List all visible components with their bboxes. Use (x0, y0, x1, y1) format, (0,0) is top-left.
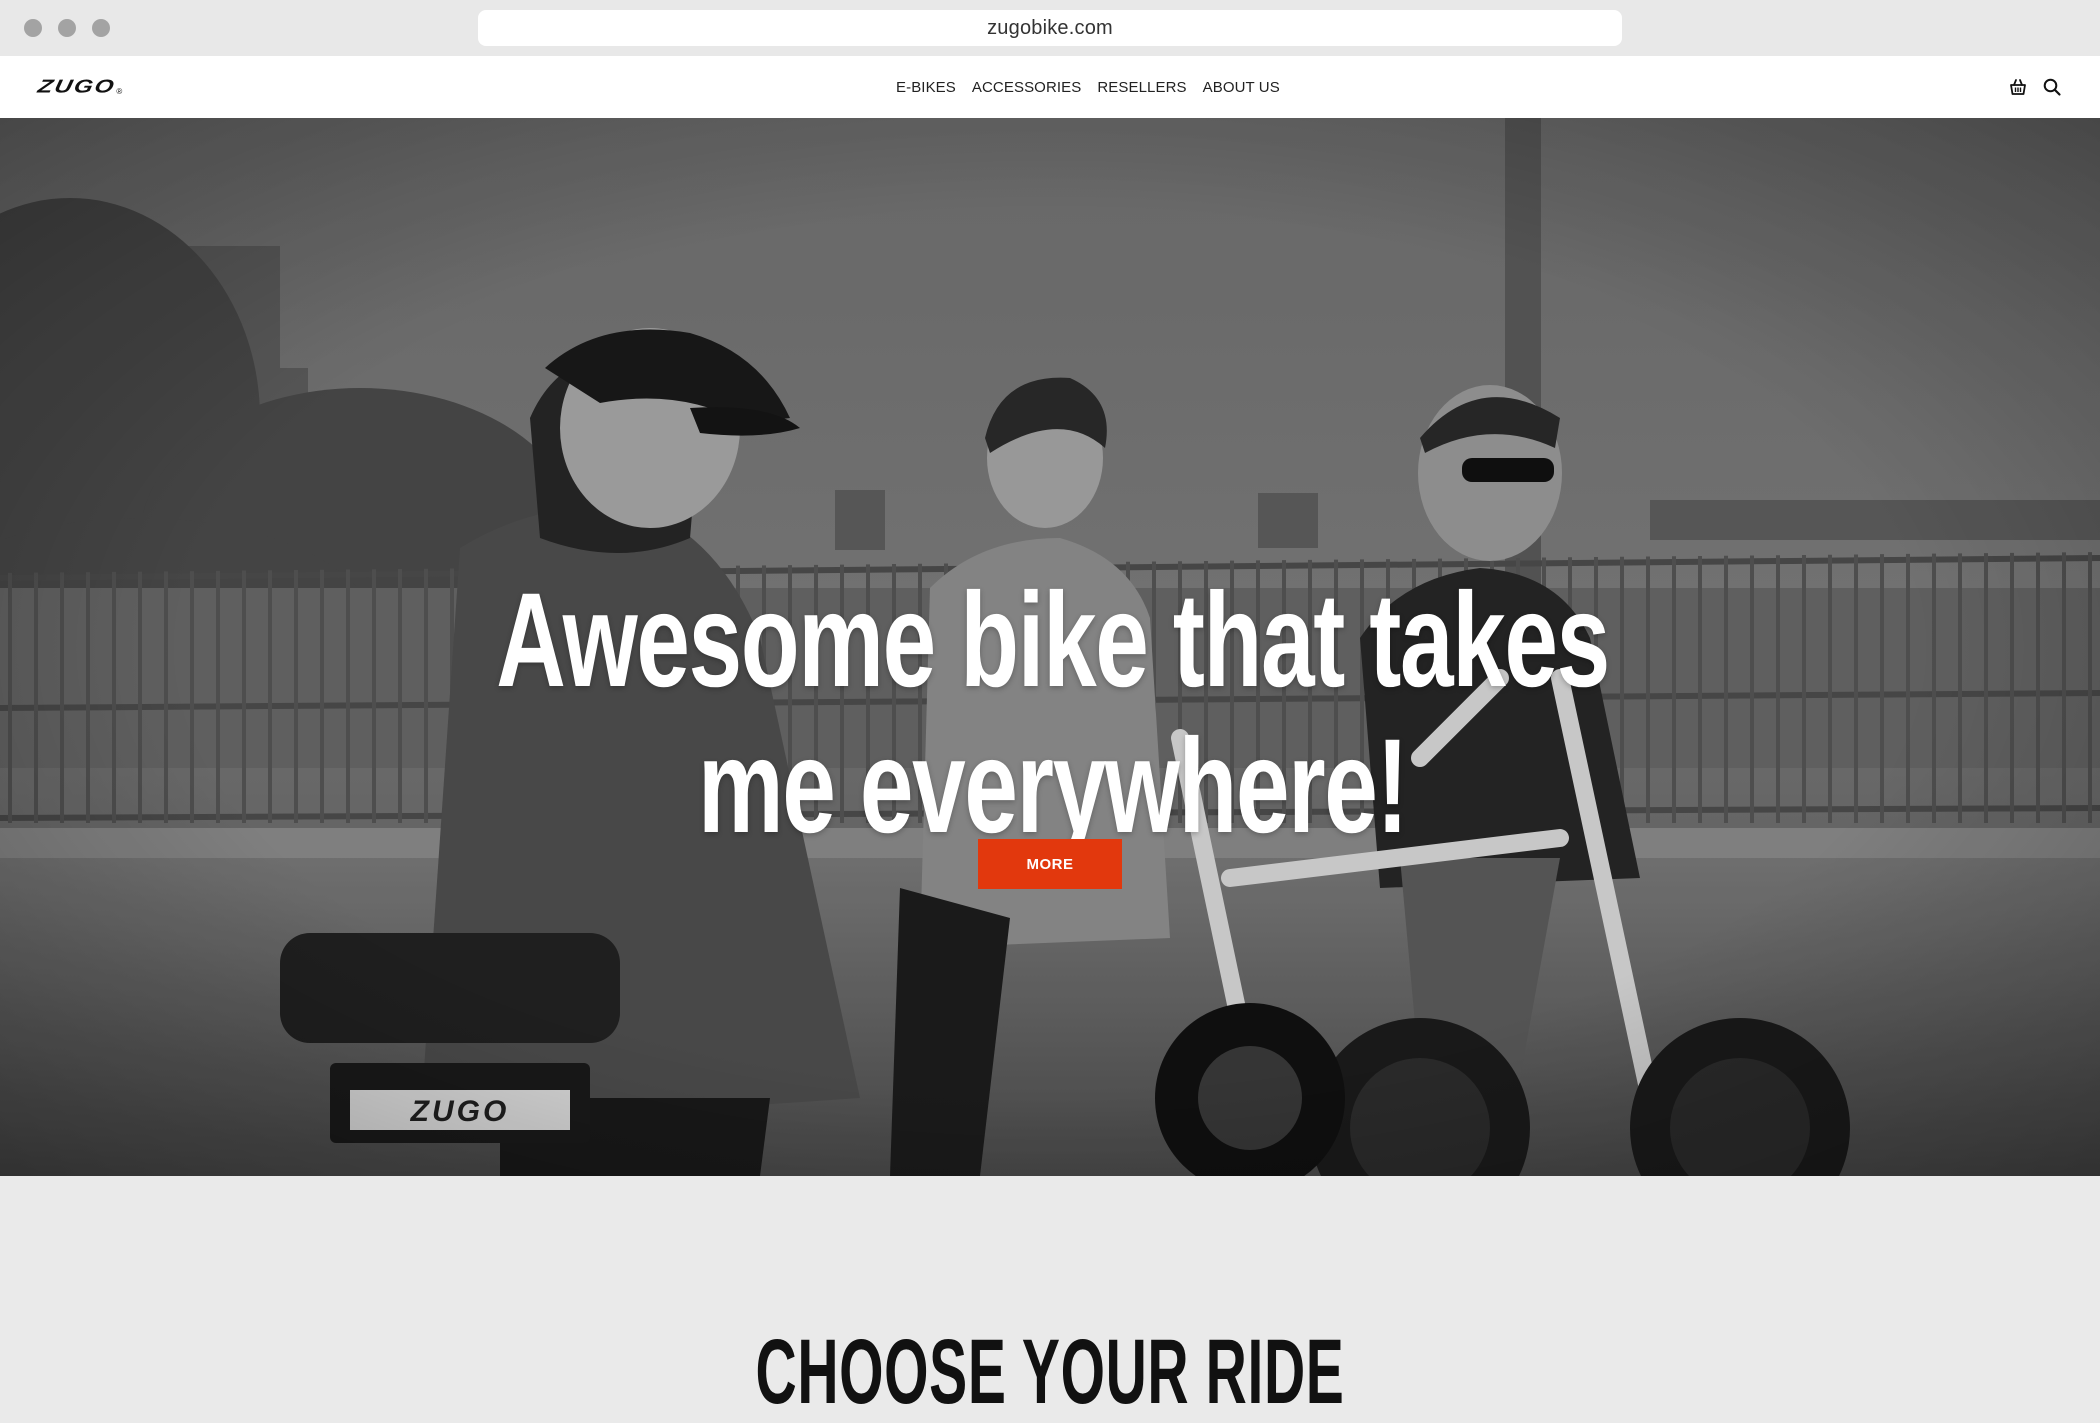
hero-title-line-1: Awesome bike that takes (496, 565, 1610, 715)
brand-logo[interactable]: ZUGO ® (35, 72, 123, 102)
header-actions (2008, 56, 2062, 118)
hero-title: Awesome bike that takes me everywhere! (297, 565, 1809, 861)
nav-item-e-bikes[interactable]: E-BIKES (896, 79, 956, 96)
browser-chrome: zugobike.com (0, 0, 2100, 56)
main-nav: E-BIKES ACCESSORIES RESELLERS ABOUT US (896, 56, 1296, 118)
more-button[interactable]: MORE (978, 839, 1122, 889)
site-header: ZUGO ® E-BIKES ACCESSORIES RESELLERS ABO… (0, 56, 2100, 118)
window-zoom-dot[interactable] (92, 19, 110, 37)
window-minimize-dot[interactable] (58, 19, 76, 37)
basket-icon[interactable] (2008, 77, 2028, 97)
hero-banner: ZUGO Awesome bike that takes me everywhe… (0, 118, 2100, 1176)
nav-item-about-us[interactable]: ABOUT US (1203, 79, 1280, 96)
nav-item-accessories[interactable]: ACCESSORIES (972, 79, 1081, 96)
address-bar[interactable]: zugobike.com (478, 10, 1622, 46)
search-icon[interactable] (2042, 77, 2062, 97)
address-bar-url: zugobike.com (987, 16, 1113, 39)
nav-item-resellers[interactable]: RESELLERS (1097, 79, 1186, 96)
choose-ride-section: CHOOSE YOUR RIDE (0, 1176, 2100, 1422)
window-close-dot[interactable] (24, 19, 42, 37)
section-title: CHOOSE YOUR RIDE (755, 1321, 1345, 1423)
hero-title-line-2: me everywhere! (697, 711, 1409, 861)
brand-logo-text: ZUGO (35, 76, 118, 98)
registered-mark: ® (116, 86, 123, 96)
